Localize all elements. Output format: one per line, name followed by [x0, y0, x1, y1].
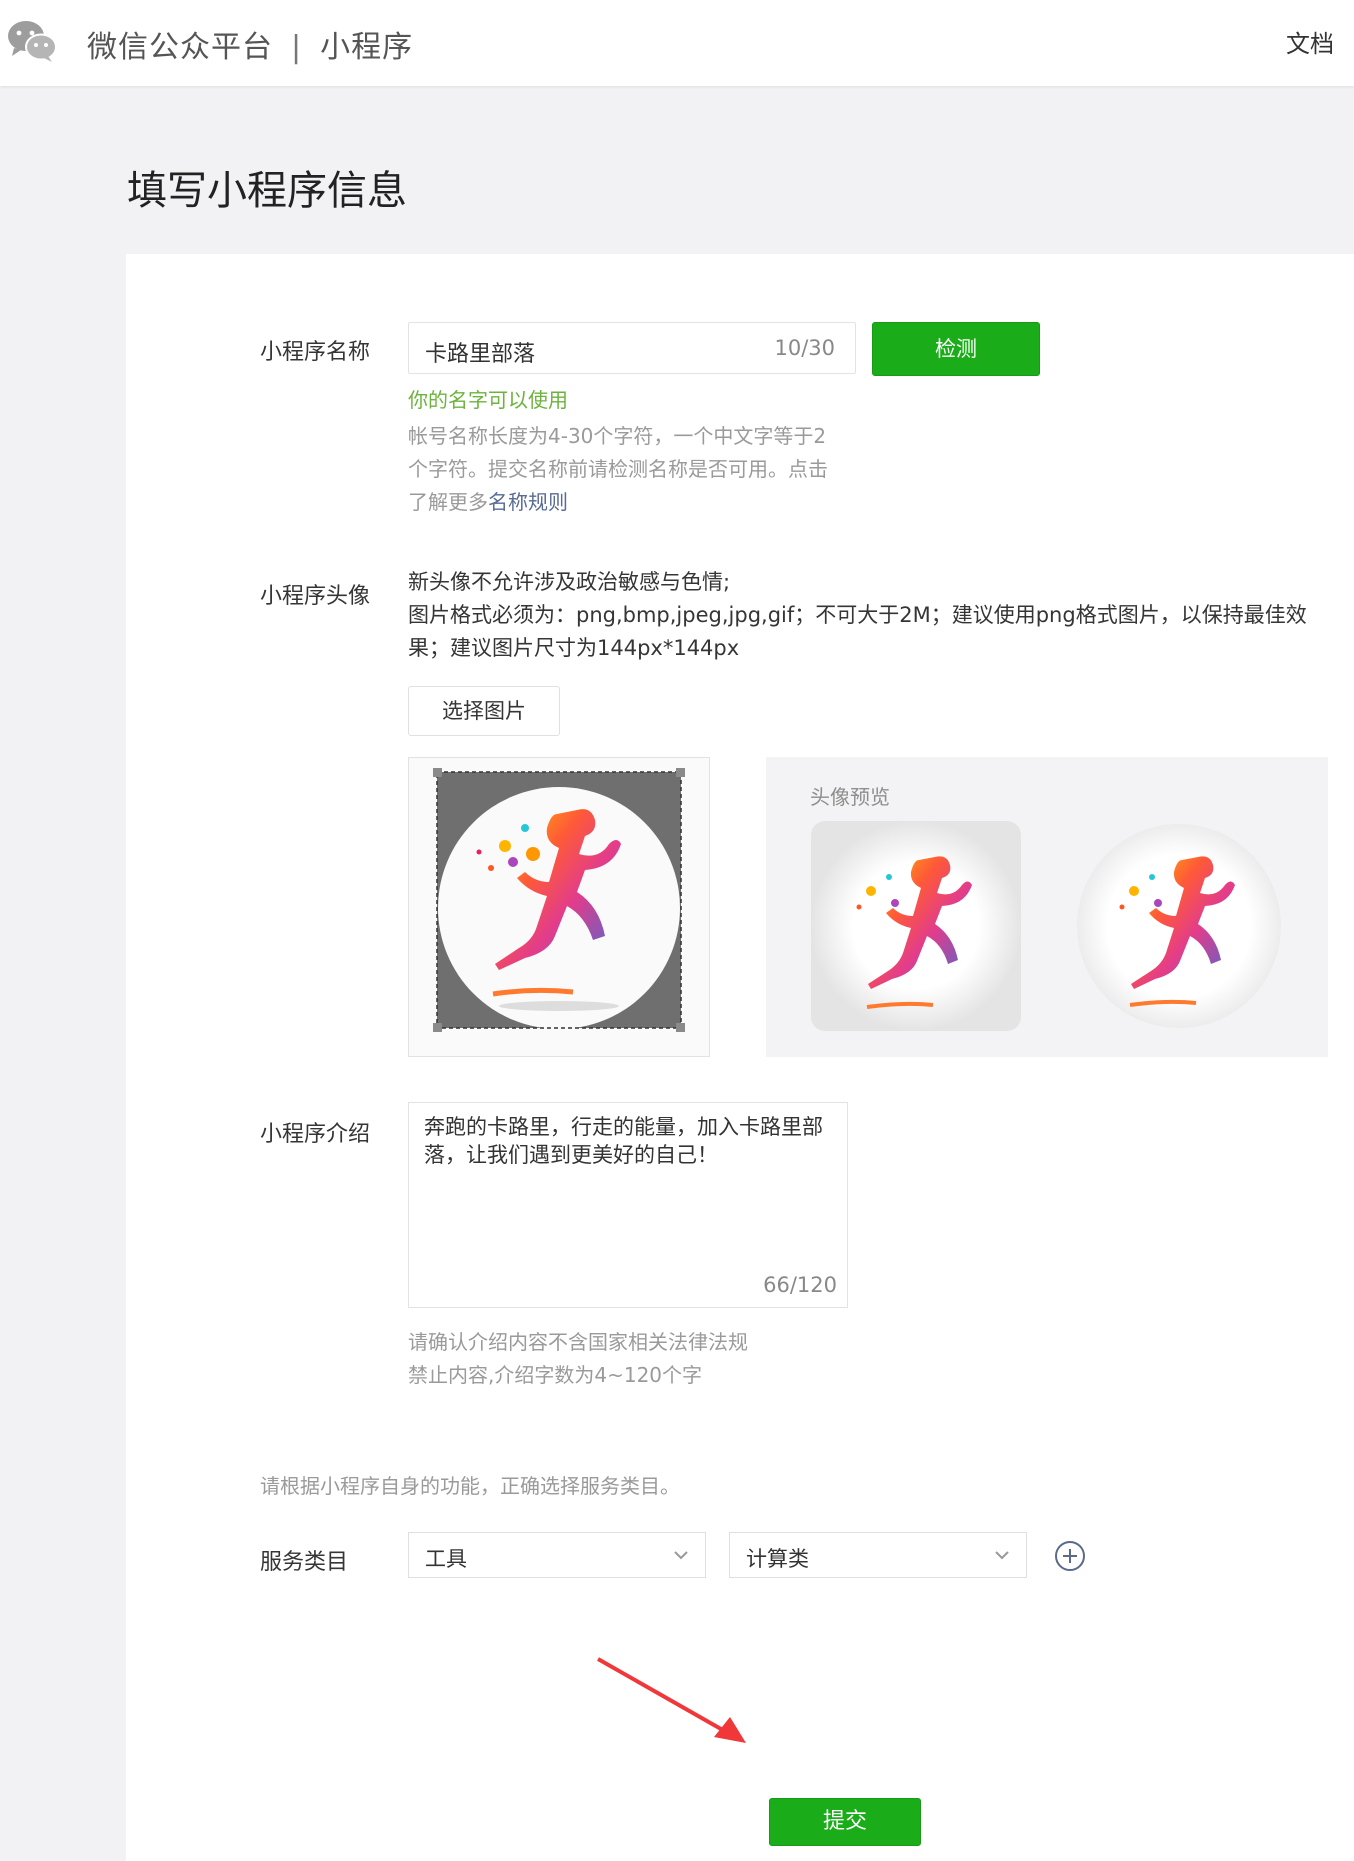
category-select-primary[interactable]: 工具: [408, 1532, 706, 1578]
chevron-down-icon: [674, 1551, 688, 1560]
avatar-preview-title: 头像预览: [810, 785, 890, 809]
name-hint-line: 了解更多名称规则: [408, 486, 828, 519]
brand-separator: |: [291, 30, 303, 65]
top-bar: 微信公众平台 | 小程序 文档: [0, 0, 1354, 86]
name-rules-link[interactable]: 名称规则: [488, 490, 568, 514]
intro-textarea[interactable]: 奔跑的卡路里，行走的能量，加入卡路里部落，让我们遇到更美好的自己！ 66/120: [408, 1102, 848, 1308]
service-note: 请根据小程序自身的功能，正确选择服务类目。: [260, 1474, 680, 1498]
submit-button[interactable]: 提交: [769, 1798, 921, 1846]
avatar-note-line: 图片格式必须为：png,bmp,jpeg,jpg,gif；不可大于2M；建议使用…: [408, 603, 1307, 660]
avatar-note-line: 新头像不允许涉及政治敏感与色情;: [408, 570, 731, 594]
category-select-secondary[interactable]: 计算类: [729, 1532, 1027, 1578]
name-char-counter: 10/30: [774, 336, 835, 360]
name-hint-prefix: 了解更多: [408, 490, 488, 514]
avatar-preview-square: [811, 821, 1021, 1031]
avatar-crop-area[interactable]: [408, 757, 710, 1057]
name-hint-line: 个字符。提交名称前请检测名称是否可用。点击: [408, 457, 828, 481]
intro-hint-line: 禁止内容,介绍字数为4~120个字: [408, 1363, 703, 1387]
add-category-icon[interactable]: [1054, 1540, 1086, 1572]
crop-handle[interactable]: [676, 768, 685, 777]
category-select-value: 工具: [425, 1547, 467, 1571]
wechat-logo-icon[interactable]: [6, 18, 58, 62]
red-arrow-annotation: [597, 1657, 746, 1743]
crop-handle[interactable]: [433, 768, 442, 777]
intro-hint: 请确认介绍内容不含国家相关法律法规 禁止内容,介绍字数为4~120个字: [408, 1326, 748, 1392]
intro-hint-line: 请确认介绍内容不含国家相关法律法规: [408, 1330, 748, 1354]
name-available-tip: 你的名字可以使用: [408, 388, 568, 412]
page-title: 填写小程序信息: [127, 168, 407, 214]
section-name: 小程序: [320, 30, 414, 65]
intro-label: 小程序介绍: [260, 1122, 371, 1147]
crop-handle[interactable]: [676, 1023, 685, 1032]
brand-title[interactable]: 微信公众平台 | 小程序: [87, 22, 413, 66]
chevron-down-icon: [995, 1551, 1009, 1560]
name-input[interactable]: 卡路里部落 10/30: [408, 322, 856, 374]
crop-handle[interactable]: [433, 1023, 442, 1032]
docs-link[interactable]: 文档: [1286, 24, 1334, 59]
name-input-value: 卡路里部落: [425, 342, 536, 367]
check-name-button[interactable]: 检测: [872, 322, 1040, 376]
platform-name: 微信公众平台: [87, 30, 273, 65]
choose-image-button[interactable]: 选择图片: [408, 686, 560, 736]
avatar-preview-panel: 头像预览: [766, 757, 1328, 1057]
name-hint-line: 帐号名称长度为4-30个字符，一个中文字等于2: [408, 424, 827, 448]
avatar-requirements: 新头像不允许涉及政治敏感与色情; 图片格式必须为：png,bmp,jpeg,jp…: [408, 566, 1308, 665]
name-label: 小程序名称: [260, 340, 371, 365]
avatar-label: 小程序头像: [260, 584, 371, 609]
intro-char-counter: 66/120: [763, 1273, 837, 1297]
name-hint: 帐号名称长度为4-30个字符，一个中文字等于2 个字符。提交名称前请检测名称是否…: [408, 420, 828, 519]
avatar-preview-circle: [1077, 824, 1281, 1028]
category-select-value: 计算类: [746, 1547, 809, 1571]
crop-canvas: [409, 758, 709, 1056]
intro-textarea-value: 奔跑的卡路里，行走的能量，加入卡路里部落，让我们遇到更美好的自己！: [424, 1115, 823, 1167]
service-label: 服务类目: [260, 1550, 349, 1575]
